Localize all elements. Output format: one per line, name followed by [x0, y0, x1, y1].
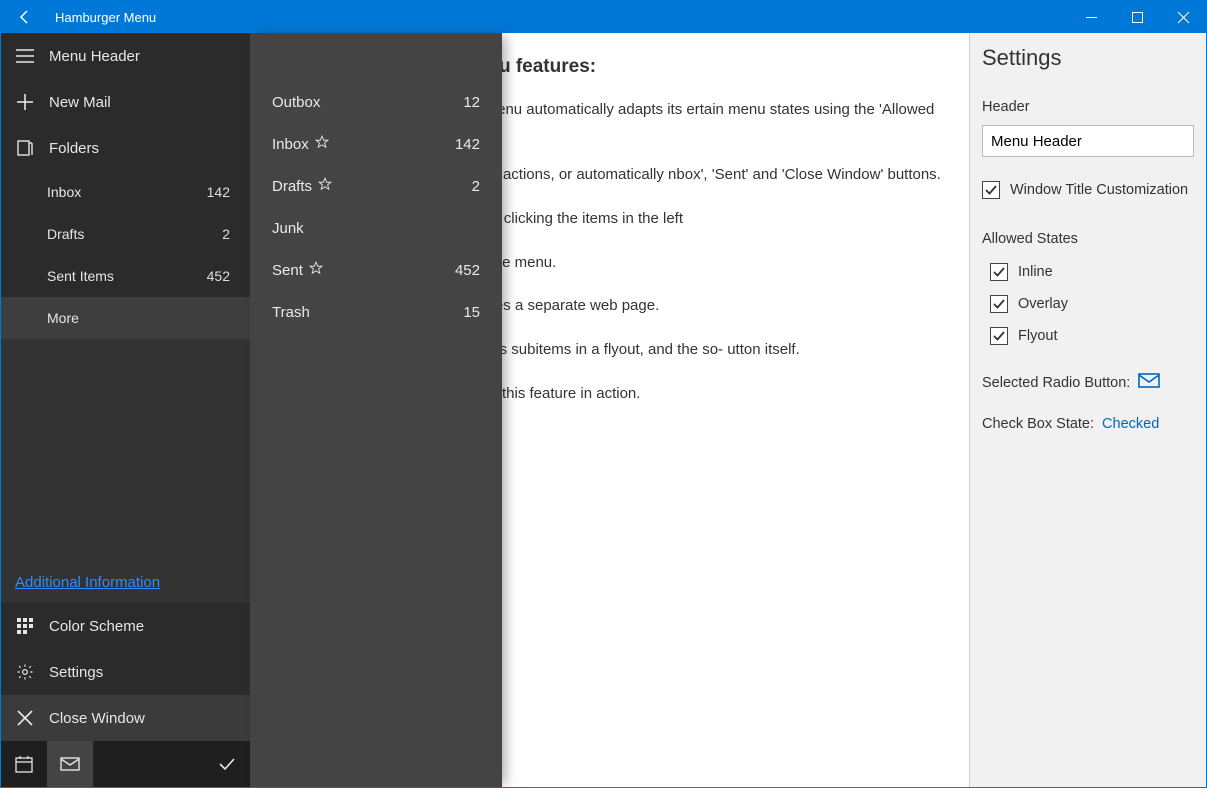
- flyout-item-count: 15: [463, 304, 480, 321]
- flyout-item-label: Drafts: [272, 177, 464, 195]
- app-window: Hamburger Menu Menu Header New Mail: [0, 0, 1207, 788]
- folder-count: 2: [222, 226, 230, 242]
- folder-drafts[interactable]: Drafts 2: [47, 213, 250, 255]
- menu-header-label: Menu Header: [49, 48, 236, 65]
- calendar-button[interactable]: [1, 741, 47, 787]
- flyout-item-count: 2: [472, 178, 480, 195]
- star-icon: [318, 177, 332, 195]
- star-icon: [309, 261, 323, 279]
- flyout-item-label: Inbox: [272, 135, 447, 153]
- checkbox-icon: [990, 263, 1008, 281]
- mail-button[interactable]: [47, 741, 93, 787]
- more-flyout: Outbox 12 Inbox 142 Drafts 2 Junk Sent 452 Trash 1…: [250, 33, 502, 787]
- checkbox-icon: [990, 327, 1008, 345]
- hamburger-icon: [15, 49, 35, 63]
- folder-count: 452: [207, 268, 230, 284]
- color-scheme-label: Color Scheme: [49, 618, 236, 635]
- folder-label: Sent Items: [47, 268, 207, 284]
- new-mail-label: New Mail: [49, 94, 236, 111]
- folder-sent-items[interactable]: Sent Items 452: [47, 255, 250, 297]
- grid-icon: [15, 618, 35, 634]
- minimize-button[interactable]: [1068, 1, 1114, 33]
- flyout-item-label: Outbox: [272, 94, 455, 111]
- flyout-item[interactable]: Junk: [250, 207, 502, 249]
- folder-children: Inbox 142 Drafts 2 Sent Items 452: [1, 171, 250, 297]
- selected-radio-row: Selected Radio Button:: [982, 373, 1194, 392]
- close-icon: [15, 711, 35, 725]
- close-button[interactable]: [1160, 1, 1206, 33]
- window-title: Hamburger Menu: [49, 10, 1068, 25]
- state-overlay-checkbox[interactable]: Overlay: [982, 291, 1194, 317]
- folders-label: Folders: [49, 140, 236, 157]
- selected-radio-label: Selected Radio Button:: [982, 375, 1130, 391]
- folder-count: 142: [207, 184, 230, 200]
- folders-icon: [15, 140, 35, 156]
- flyout-item-count: 142: [455, 136, 480, 153]
- checkbox-state-value: Checked: [1102, 416, 1159, 432]
- gear-icon: [15, 663, 35, 681]
- checkbox-icon: [982, 181, 1000, 199]
- flyout-item-label: Sent: [272, 261, 447, 279]
- additional-info-row: Additional Information: [1, 562, 250, 603]
- flyout-item[interactable]: Drafts 2: [250, 165, 502, 207]
- more-label: More: [47, 310, 79, 326]
- settings-row[interactable]: Settings: [1, 649, 250, 695]
- maximize-button[interactable]: [1114, 1, 1160, 33]
- menu-header-row[interactable]: Menu Header: [1, 33, 250, 79]
- flyout-item-count: 12: [463, 94, 480, 111]
- window-title-label: Window Title Customization: [1010, 182, 1188, 198]
- additional-info-link[interactable]: Additional Information: [15, 574, 160, 591]
- flyout-item[interactable]: Sent 452: [250, 249, 502, 291]
- back-button[interactable]: [1, 1, 49, 33]
- close-window-label: Close Window: [49, 710, 236, 727]
- header-label: Header: [982, 99, 1194, 115]
- state-label: Flyout: [1018, 328, 1058, 344]
- settings-label: Settings: [49, 664, 236, 681]
- flyout-item[interactable]: Trash 15: [250, 291, 502, 333]
- checkbox-state-label: Check Box State:: [982, 416, 1094, 432]
- window-title-checkbox-row[interactable]: Window Title Customization: [982, 177, 1194, 203]
- plus-icon: [15, 94, 35, 110]
- flyout-item-label: Junk: [272, 220, 472, 237]
- folder-more[interactable]: More: [1, 297, 250, 339]
- settings-panel: Settings Header Window Title Customizati…: [969, 33, 1206, 787]
- flyout-item[interactable]: Outbox 12: [250, 81, 502, 123]
- checkbox-state-row: Check Box State: Checked: [982, 416, 1194, 432]
- folder-inbox[interactable]: Inbox 142: [47, 171, 250, 213]
- accept-button[interactable]: [204, 741, 250, 787]
- mail-icon: [1138, 373, 1160, 392]
- checkbox-icon: [990, 295, 1008, 313]
- hamburger-sidebar: Menu Header New Mail Folders Inbox 142: [1, 33, 250, 787]
- flyout-item-count: 452: [455, 262, 480, 279]
- folders-row[interactable]: Folders: [1, 125, 250, 171]
- color-scheme-row[interactable]: Color Scheme: [1, 603, 250, 649]
- state-inline-checkbox[interactable]: Inline: [982, 259, 1194, 285]
- new-mail-button[interactable]: New Mail: [1, 79, 250, 125]
- flyout-item-label: Trash: [272, 304, 455, 321]
- sidebar-spacer: [1, 339, 250, 562]
- state-label: Overlay: [1018, 296, 1068, 312]
- close-window-row[interactable]: Close Window: [1, 695, 250, 741]
- state-flyout-checkbox[interactable]: Flyout: [982, 323, 1194, 349]
- settings-title: Settings: [982, 45, 1194, 71]
- state-label: Inline: [1018, 264, 1053, 280]
- folder-label: Drafts: [47, 226, 222, 242]
- folder-label: Inbox: [47, 184, 207, 200]
- allowed-states-label: Allowed States: [982, 231, 1194, 247]
- flyout-item[interactable]: Inbox 142: [250, 123, 502, 165]
- titlebar: Hamburger Menu: [1, 1, 1206, 33]
- header-input[interactable]: [982, 125, 1194, 157]
- star-icon: [315, 135, 329, 153]
- bottom-strip: [1, 741, 250, 787]
